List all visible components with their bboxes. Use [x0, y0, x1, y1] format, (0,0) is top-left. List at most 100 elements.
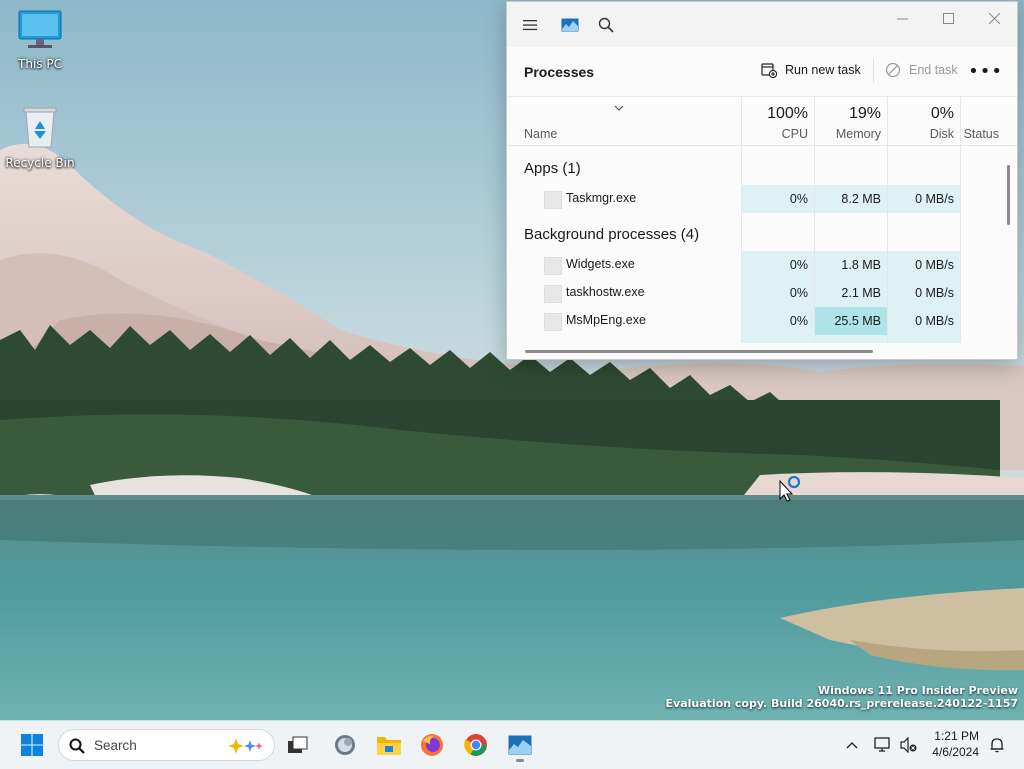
cpu-cell: 0%: [742, 307, 814, 335]
bell-icon: [990, 738, 1004, 753]
column-header-status[interactable]: Status: [961, 97, 1007, 145]
table-row[interactable]: Widgets.exe 0% 1.8 MB 0 MB/s: [507, 251, 1007, 279]
cpu-cell: 0%: [742, 251, 814, 279]
network-button[interactable]: [873, 735, 893, 755]
clock-time: 1:21 PM: [934, 729, 979, 743]
taskbar: Search 1:21 PM 4/6/2024: [0, 720, 1024, 769]
table-row[interactable]: taskhostw.exe 0% 2.1 MB 0 MB/s: [507, 279, 1007, 307]
show-hidden-icons-button[interactable]: [842, 735, 862, 755]
process-icon: [544, 313, 562, 331]
file-explorer-button[interactable]: [373, 729, 405, 761]
task-manager-taskbar-button[interactable]: [504, 729, 536, 761]
widgets-button[interactable]: [329, 729, 361, 761]
group-header-apps[interactable]: Apps (1): [524, 160, 581, 177]
cpu-total: 100%: [767, 105, 808, 122]
page-title: Processes: [524, 64, 595, 80]
close-icon: [988, 12, 1000, 24]
volume-button[interactable]: [899, 735, 919, 755]
firefox-icon: [421, 734, 443, 756]
close-button[interactable]: [971, 6, 1017, 30]
chrome-icon: [464, 734, 487, 756]
busy-cursor: [779, 474, 803, 505]
chevron-down-icon: [614, 101, 624, 115]
title-bar[interactable]: [507, 2, 1017, 46]
firefox-button[interactable]: [416, 729, 448, 761]
process-name: Taskmgr.exe: [566, 191, 637, 205]
watermark-build: Evaluation copy. Build 26040.rs_prerelea…: [665, 697, 1018, 710]
group-header-background[interactable]: Background processes (4): [524, 226, 699, 243]
page-header: Processes Run new task End task •••: [507, 47, 1017, 97]
search-button[interactable]: [593, 12, 619, 38]
copilot-sparkle-icon: [228, 736, 264, 759]
hamburger-menu-button[interactable]: [517, 12, 543, 38]
header-divider: [507, 145, 1017, 146]
disk-total: 0%: [930, 105, 954, 122]
folder-icon: [377, 737, 401, 755]
menu-icon: [523, 20, 537, 31]
memory-cell: 2.1 MB: [815, 279, 887, 307]
column-header-name-label: Name: [524, 127, 558, 141]
end-task-label: End task: [909, 63, 958, 77]
volume-muted-icon: [900, 737, 917, 753]
disk-cell: 0 MB/s: [888, 279, 960, 307]
more-options-icon: •••: [968, 61, 1003, 82]
column-header-disk[interactable]: 0% Disk: [888, 97, 960, 145]
status-label: Status: [963, 127, 999, 141]
minimize-button[interactable]: [879, 6, 925, 30]
process-icon: [544, 285, 562, 303]
build-watermark: Windows 11 Pro Insider Preview Evaluatio…: [666, 684, 1018, 710]
desktop-icon-this-pc[interactable]: This PC: [0, 10, 80, 71]
start-button[interactable]: [16, 729, 48, 761]
network-icon: [874, 737, 890, 752]
cpu-cell: 0%: [742, 279, 814, 307]
task-manager-window[interactable]: Processes Run new task End task ••• Name…: [506, 1, 1018, 360]
search-icon: [69, 738, 85, 757]
disk-label: Disk: [929, 127, 954, 141]
table-row[interactable]: Taskmgr.exe 0% 8.2 MB 0 MB/s: [507, 185, 1007, 213]
task-view-button[interactable]: [282, 729, 314, 761]
maximize-icon: [942, 12, 954, 24]
disk-cell: [888, 335, 960, 343]
run-new-task-label: Run new task: [785, 63, 861, 77]
table-row-partial[interactable]: [507, 335, 1007, 343]
memory-label: Memory: [835, 127, 881, 141]
more-options-button[interactable]: •••: [968, 61, 1003, 82]
memory-total: 19%: [848, 105, 881, 122]
desktop-icon-label: Recycle Bin: [5, 156, 75, 170]
search-icon: [598, 17, 614, 33]
end-task-icon: [885, 62, 901, 78]
chevron-up-icon: [846, 742, 858, 749]
run-new-task-button[interactable]: Run new task: [761, 62, 861, 78]
taskbar-search[interactable]: Search: [58, 729, 275, 761]
search-placeholder: Search: [94, 738, 137, 753]
disk-cell: 0 MB/s: [888, 185, 960, 213]
toolbar-divider: [873, 59, 874, 83]
task-view-icon: [288, 736, 308, 753]
memory-cell: 8.2 MB: [815, 185, 887, 213]
clock[interactable]: 1:21 PM 4/6/2024: [932, 728, 979, 760]
column-header-memory[interactable]: 19% Memory: [815, 97, 887, 145]
process-table: Name 100% CPU 19% Memory 0% Disk Status …: [507, 97, 1017, 343]
recycle-bin-icon: [0, 105, 80, 152]
process-icon: [544, 257, 562, 275]
vertical-scrollbar[interactable]: [1007, 165, 1010, 225]
task-manager-icon: [508, 735, 532, 755]
end-task-button[interactable]: End task: [885, 62, 958, 78]
column-header-name[interactable]: Name: [507, 97, 741, 145]
disk-cell: 0 MB/s: [888, 251, 960, 279]
widgets-icon: [335, 735, 355, 755]
desktop-icon-recycle-bin[interactable]: Recycle Bin: [0, 105, 80, 170]
run-new-task-icon: [761, 62, 777, 78]
memory-cell: 25.5 MB: [815, 307, 887, 335]
cpu-cell: [742, 335, 814, 343]
notifications-button[interactable]: [987, 735, 1007, 755]
maximize-button[interactable]: [925, 6, 971, 30]
chrome-button[interactable]: [460, 729, 492, 761]
horizontal-scrollbar[interactable]: [525, 350, 873, 353]
minimize-icon: [896, 18, 908, 19]
column-header-cpu[interactable]: 100% CPU: [742, 97, 814, 145]
process-icon: [544, 191, 562, 209]
process-name: Widgets.exe: [566, 257, 635, 271]
processes-page: Processes Run new task End task ••• Name…: [507, 47, 1017, 359]
table-row[interactable]: MsMpEng.exe 0% 25.5 MB 0 MB/s: [507, 307, 1007, 335]
